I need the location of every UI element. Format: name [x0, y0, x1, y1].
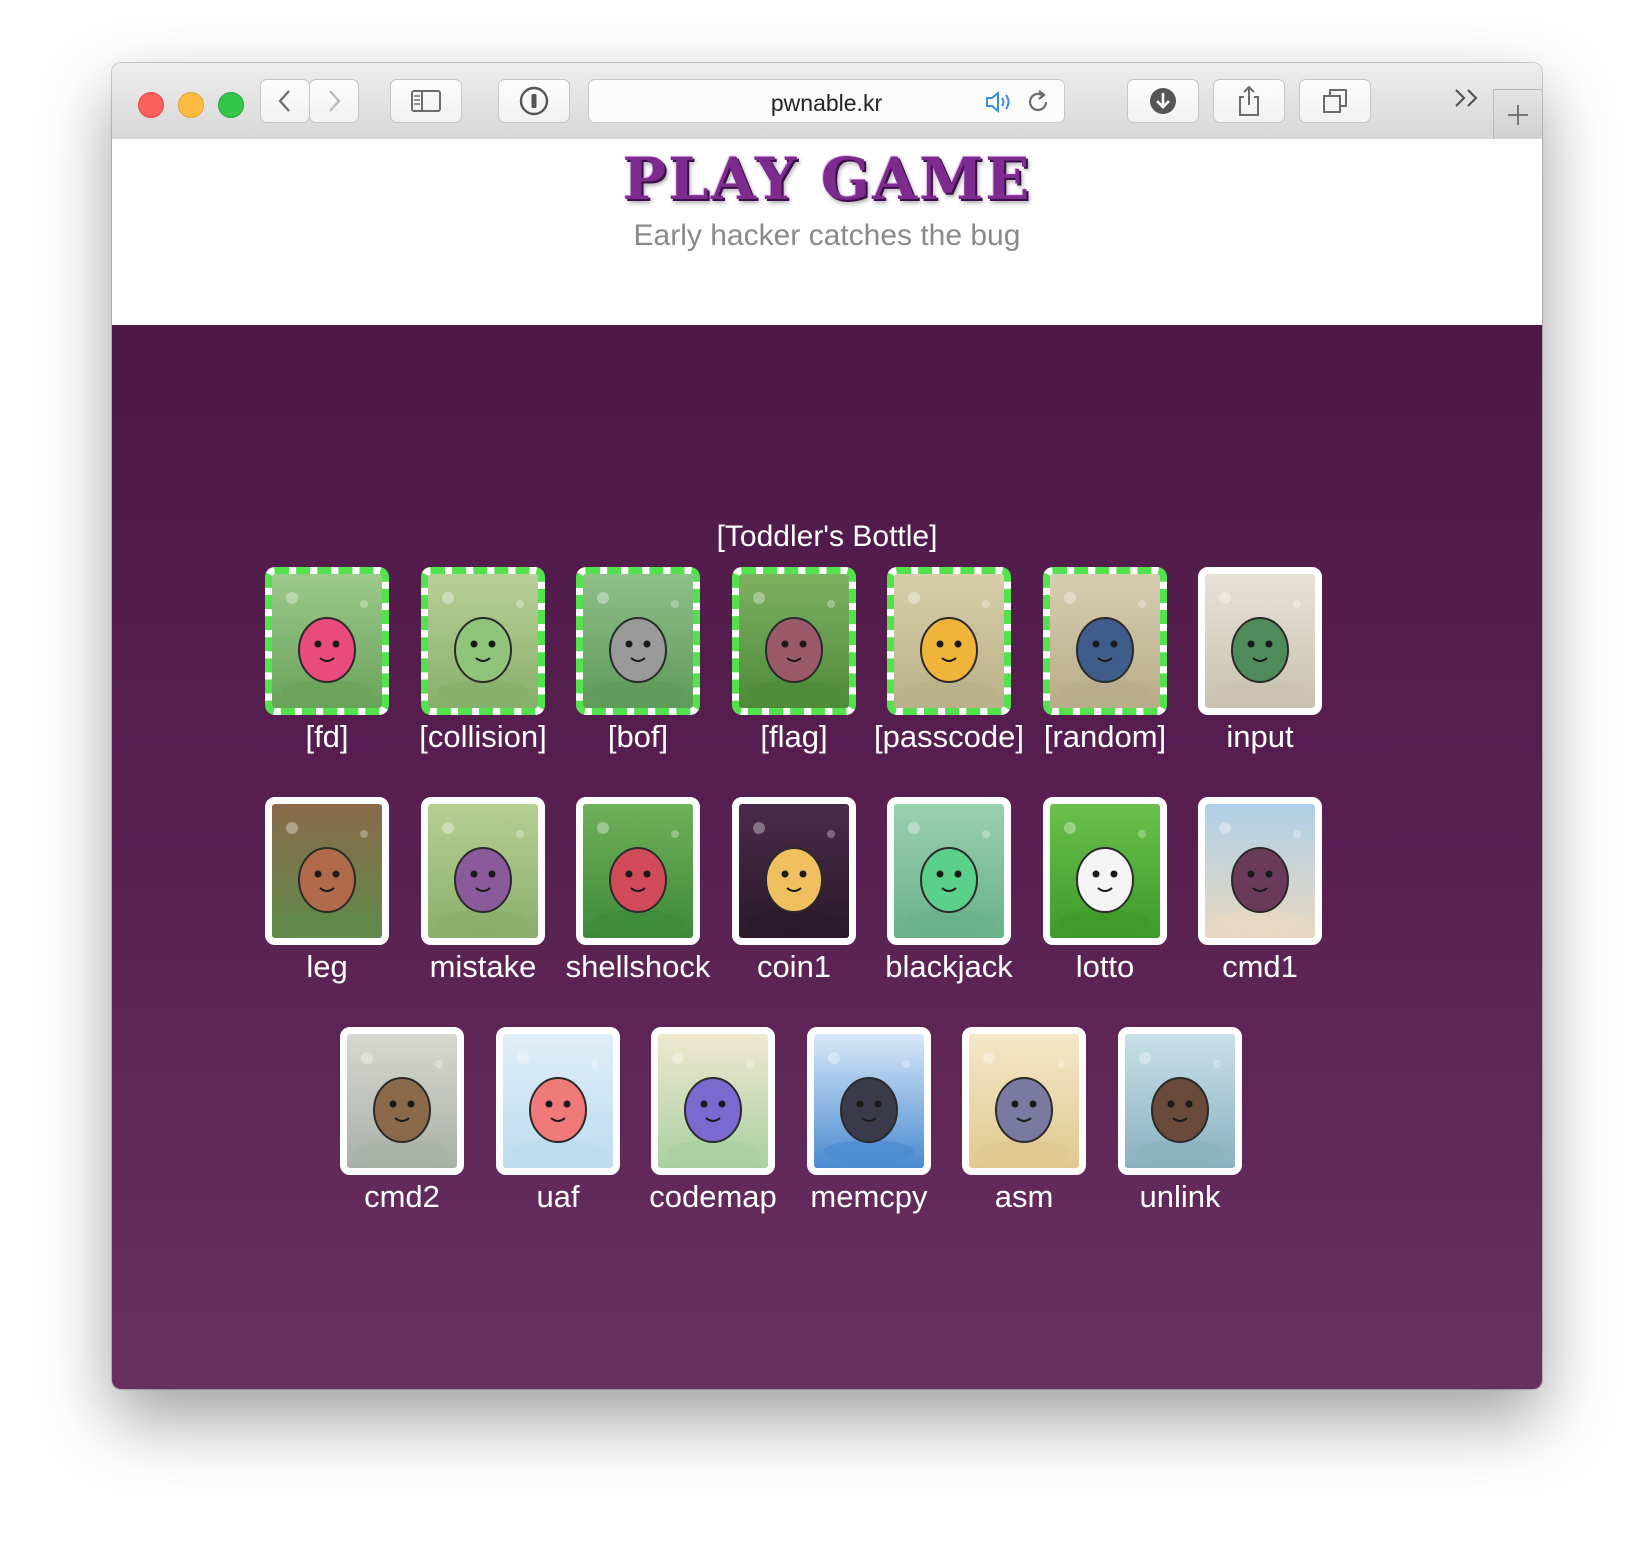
challenge-label[interactable]: lotto: [1020, 949, 1190, 985]
browser-window: pwnable.kr PLAY GAME Early hacker catche…: [112, 63, 1542, 1389]
browser-toolbar: pwnable.kr: [112, 63, 1542, 140]
cat-umbrella-icon: [814, 1034, 924, 1168]
section-title: [Toddler's Bottle]: [716, 520, 938, 553]
brown-bear-icon: [272, 804, 382, 938]
challenge-label[interactable]: unlink: [1095, 1179, 1265, 1215]
tabs-icon: [1323, 89, 1347, 113]
challenge-card[interactable]: [807, 1027, 931, 1175]
challenge-card[interactable]: [265, 797, 389, 945]
challenge-card[interactable]: [340, 1027, 464, 1175]
challenge-label[interactable]: asm: [939, 1179, 1109, 1215]
challenge-label[interactable]: mistake: [398, 949, 568, 985]
tab-overview-button[interactable]: [1299, 79, 1371, 123]
sidebar-toggle-button[interactable]: [390, 79, 462, 123]
challenge-label[interactable]: codemap: [628, 1179, 798, 1215]
challenge-label[interactable]: leg: [242, 949, 412, 985]
new-tab-button[interactable]: [1493, 89, 1542, 139]
page-header: PLAY GAME Early hacker catches the bug: [112, 139, 1542, 325]
challenge-label[interactable]: blackjack: [864, 949, 1034, 985]
challenge-card[interactable]: [732, 567, 856, 715]
share-button[interactable]: [1213, 79, 1285, 123]
clouds-icon: [503, 1034, 613, 1168]
challenge-card[interactable]: [651, 1027, 775, 1175]
challenge-label[interactable]: [passcode]: [864, 719, 1034, 755]
fullscreen-window-button[interactable]: [218, 92, 244, 118]
overflow-chevrons-icon[interactable]: [1452, 85, 1482, 111]
challenge-card[interactable]: [576, 567, 700, 715]
raccoon-icon: [583, 574, 693, 708]
challenge-label[interactable]: memcpy: [784, 1179, 954, 1215]
green-caterpillars-icon: [428, 574, 538, 708]
password-manager-button[interactable]: [498, 79, 570, 123]
sidebar-icon: [411, 90, 441, 112]
chevron-left-icon: [278, 90, 290, 112]
challenge-label[interactable]: coin1: [709, 949, 879, 985]
download-icon: [1150, 88, 1176, 114]
challenge-label[interactable]: [fd]: [242, 719, 412, 755]
shell-monster-icon: [583, 804, 693, 938]
challenge-card[interactable]: [962, 1027, 1086, 1175]
challenge-card[interactable]: [732, 797, 856, 945]
ghost-lantern-icon: [739, 804, 849, 938]
challenge-label[interactable]: [flag]: [709, 719, 879, 755]
page-content: PLAY GAME Early hacker catches the bug […: [112, 139, 1542, 1389]
challenge-label[interactable]: [collision]: [398, 719, 568, 755]
challenge-label[interactable]: [bof]: [553, 719, 723, 755]
challenge-card[interactable]: [1043, 797, 1167, 945]
challenge-card[interactable]: [576, 797, 700, 945]
reload-icon[interactable]: [1025, 89, 1051, 115]
challenge-label[interactable]: shellshock: [553, 949, 723, 985]
challenge-card[interactable]: [421, 567, 545, 715]
brown-beetle-icon: [1125, 1034, 1235, 1168]
chevron-right-icon: [329, 90, 341, 112]
challenge-card[interactable]: [1118, 1027, 1242, 1175]
minimize-window-button[interactable]: [178, 92, 204, 118]
pink-slime-icon: [272, 574, 382, 708]
goggle-bird-icon: [969, 1034, 1079, 1168]
cocoon-icon: [739, 574, 849, 708]
downloads-button[interactable]: [1127, 79, 1199, 123]
challenge-label[interactable]: uaf: [473, 1179, 643, 1215]
challenge-label[interactable]: cmd2: [317, 1179, 487, 1215]
address-bar[interactable]: pwnable.kr: [588, 79, 1065, 123]
tagline: Early hacker catches the bug: [633, 219, 1021, 252]
challenge-card[interactable]: [421, 797, 545, 945]
challenge-area: [Toddler's Bottle] [fd] [collision] [bof][…: [112, 325, 1542, 1389]
sleeping-creatures-icon: [658, 1034, 768, 1168]
challenge-label[interactable]: [random]: [1020, 719, 1190, 755]
boxing-bug-icon: [1205, 574, 1315, 708]
challenge-card[interactable]: [265, 567, 389, 715]
challenge-card[interactable]: [1198, 797, 1322, 945]
challenge-label[interactable]: cmd1: [1175, 949, 1345, 985]
yellow-bird-icon: [894, 574, 1004, 708]
plus-icon: [1508, 104, 1528, 125]
challenge-card[interactable]: [1043, 567, 1167, 715]
girl-shell-icon: [1205, 804, 1315, 938]
white-rabbit-icon: [1050, 804, 1160, 938]
challenge-card[interactable]: [887, 567, 1011, 715]
share-icon: [1239, 85, 1259, 116]
blue-wolf-icon: [1050, 574, 1160, 708]
green-lizard-icon: [894, 804, 1004, 938]
play-game-logo[interactable]: PLAY GAME: [112, 145, 1542, 213]
challenge-label[interactable]: input: [1175, 719, 1345, 755]
challenge-card[interactable]: [496, 1027, 620, 1175]
back-button[interactable]: [260, 79, 310, 123]
monkey-icon: [428, 804, 538, 938]
password-manager-icon: [519, 86, 549, 116]
challenge-card[interactable]: [887, 797, 1011, 945]
close-window-button[interactable]: [138, 92, 164, 118]
speaker-icon[interactable]: [984, 89, 1016, 115]
hooded-creature-icon: [347, 1034, 457, 1168]
forward-button[interactable]: [309, 79, 359, 123]
challenge-card[interactable]: [1198, 567, 1322, 715]
